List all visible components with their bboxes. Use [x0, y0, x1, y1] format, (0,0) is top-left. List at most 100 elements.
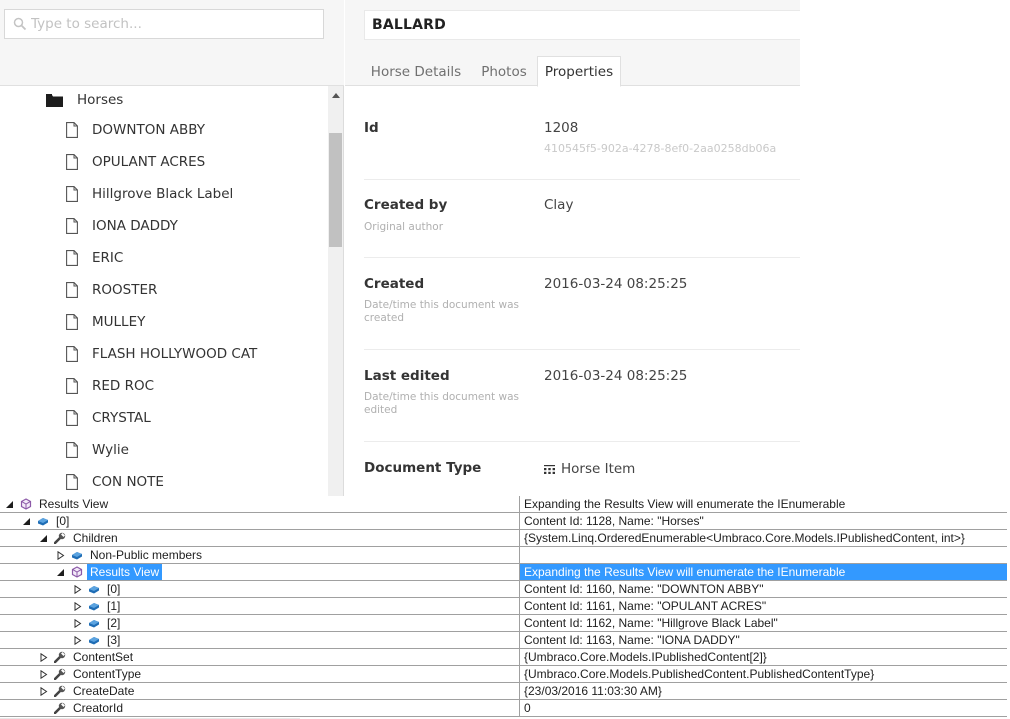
property-value: 2016-03-24 08:25:25	[544, 368, 688, 384]
tree-item[interactable]: ROOSTER	[66, 276, 157, 304]
watch-row[interactable]: Non-Public members	[0, 547, 1007, 564]
scrollbar-thumb[interactable]	[329, 133, 342, 247]
document-icon	[66, 442, 78, 458]
watch-value-cell[interactable]: Expanding the Results View will enumerat…	[519, 564, 1007, 580]
watch-value-cell[interactable]: Content Id: 1160, Name: "DOWNTON ABBY"	[519, 581, 1007, 597]
search-input[interactable]	[31, 13, 321, 35]
tree-item[interactable]: IONA DADDY	[66, 212, 178, 240]
collapsed-triangle-icon[interactable]	[73, 635, 82, 645]
watch-row[interactable]: [3] Content Id: 1163, Name: "IONA DADDY"	[0, 632, 1007, 649]
watch-name-cell[interactable]: [1]	[73, 598, 123, 614]
collapsed-triangle-icon[interactable]	[73, 601, 82, 611]
watch-row[interactable]: Children {System.Linq.OrderedEnumerable<U…	[0, 530, 1007, 547]
tree-item[interactable]: OPULANT ACRES	[66, 148, 205, 176]
watch-name: Children	[73, 531, 118, 545]
tree-item-label: ERIC	[92, 250, 124, 266]
content-tree: Horses DOWNTON ABBY OPULANT ACRES Hillgrov…	[0, 86, 328, 496]
watch-name: CreateDate	[73, 684, 135, 698]
tree-folder-horses[interactable]: Horses	[46, 86, 123, 114]
tree-item[interactable]: RED ROC	[66, 372, 154, 400]
search-icon	[13, 17, 27, 31]
watch-value-cell[interactable]	[519, 547, 1007, 563]
watch-value-cell[interactable]: {Umbraco.Core.Models.PublishedContent.Pu…	[519, 666, 1007, 682]
tab-photos[interactable]: Photos	[474, 56, 534, 87]
folder-icon	[46, 93, 63, 107]
watch-name-cell[interactable]: ContentType	[39, 666, 144, 682]
watch-name-cell[interactable]: CreateDate	[39, 683, 137, 699]
collapsed-triangle-icon[interactable]	[73, 584, 82, 594]
watch-name-cell[interactable]: [2]	[73, 615, 123, 631]
tab-properties[interactable]: Properties	[537, 56, 621, 87]
tree-item-label: OPULANT ACRES	[92, 154, 206, 170]
tree-item[interactable]: CON NOTE	[66, 468, 164, 496]
collapsed-triangle-icon[interactable]	[73, 618, 82, 628]
tree-item-label: DOWNTON ABBY	[92, 122, 205, 138]
tree-item-label: Hillgrove Black Label	[92, 186, 234, 202]
watch-name-cell[interactable]: [0]	[73, 581, 123, 597]
property-value[interactable]: Horse Item	[544, 461, 635, 477]
expanded-triangle-icon[interactable]	[5, 500, 14, 509]
watch-value-cell[interactable]: Content Id: 1162, Name: "Hillgrove Black…	[519, 615, 1007, 631]
collapsed-triangle-icon[interactable]	[39, 652, 48, 662]
watch-value-cell[interactable]: Content Id: 1161, Name: "OPULANT ACRES"	[519, 598, 1007, 614]
document-icon	[66, 346, 78, 362]
tree-item[interactable]: DOWNTON ABBY	[66, 116, 205, 144]
expanded-triangle-icon[interactable]	[22, 517, 31, 526]
watch-row[interactable]: [2] Content Id: 1162, Name: "Hillgrove Bl…	[0, 615, 1007, 632]
expanded-triangle-icon[interactable]	[39, 534, 48, 543]
object-icon	[72, 552, 82, 560]
watch-value-cell[interactable]: Content Id: 1163, Name: "IONA DADDY"	[519, 632, 1007, 648]
watch-name: [3]	[107, 633, 121, 647]
tree-item-label: CRYSTAL	[92, 410, 151, 426]
watch-name-cell[interactable]: Results View	[5, 496, 111, 512]
tree-item[interactable]: Wylie	[66, 436, 129, 464]
tree-item[interactable]: FLASH HOLLYWOOD CAT	[66, 340, 257, 368]
tree-item-label: IONA DADDY	[92, 218, 178, 234]
watch-row[interactable]: [0] Content Id: 1128, Name: "Horses"	[0, 513, 1007, 530]
watch-name: [0]	[56, 514, 70, 528]
collapsed-triangle-icon[interactable]	[39, 686, 48, 696]
watch-name-cell[interactable]: Results View	[56, 564, 163, 580]
tree-item[interactable]: MULLEY	[66, 308, 145, 336]
watch-row[interactable]: CreateDate {23/03/2016 11:03:30 AM}	[0, 683, 1007, 700]
tree-item[interactable]: Hillgrove Black Label	[66, 180, 233, 208]
property-label: Created	[364, 276, 425, 292]
watch-name-cell[interactable]: [0]	[22, 513, 72, 529]
document-name-input[interactable]	[364, 10, 800, 40]
scroll-up-arrow-icon[interactable]	[332, 93, 340, 98]
property-description: Date/time this document was created	[364, 299, 519, 324]
results-view-icon	[20, 498, 32, 510]
watch-value-cell[interactable]: {System.Linq.OrderedEnumerable<Umbraco.C…	[519, 530, 1007, 546]
tree-item[interactable]: CRYSTAL	[66, 404, 151, 432]
watch-name-cell[interactable]: Children	[39, 530, 121, 546]
watch-row[interactable]: ContentType {Umbraco.Core.Models.Publishe…	[0, 666, 1007, 683]
property-label: Document Type	[364, 460, 482, 476]
watch-row[interactable]: ContentSet {Umbraco.Core.Models.IPublishe…	[0, 649, 1007, 666]
watch-value-cell[interactable]: Expanding the Results View will enumerat…	[519, 496, 1007, 512]
watch-name-cell[interactable]: CreatorId	[39, 700, 126, 716]
tree-header	[0, 0, 344, 86]
watch-value-cell[interactable]: 0	[519, 700, 1007, 716]
watch-name-cell[interactable]: ContentSet	[39, 649, 136, 665]
watch-row[interactable]: CreatorId 0	[0, 700, 1007, 717]
collapsed-triangle-icon[interactable]	[56, 550, 65, 560]
watch-row[interactable]: [1] Content Id: 1161, Name: "OPULANT ACRE…	[0, 598, 1007, 615]
watch-value-cell[interactable]: {Umbraco.Core.Models.IPublishedContent[2…	[519, 649, 1007, 665]
tree-scrollbar[interactable]	[328, 86, 344, 496]
document-type-name: Horse Item	[561, 461, 636, 477]
watch-name-cell[interactable]: [3]	[73, 632, 123, 648]
watch-row[interactable]: [0] Content Id: 1160, Name: "DOWNTON ABBY…	[0, 581, 1007, 598]
watch-row[interactable]: Results View Expanding the Results View w…	[0, 564, 1007, 581]
watch-value-cell[interactable]: Content Id: 1128, Name: "Horses"	[519, 513, 1007, 529]
collapsed-triangle-icon[interactable]	[39, 669, 48, 679]
watch-value-cell[interactable]: {23/03/2016 11:03:30 AM}	[519, 683, 1007, 699]
search-box[interactable]	[4, 9, 324, 39]
watch-name: ContentType	[73, 667, 142, 681]
watch-name-cell[interactable]: Non-Public members	[56, 547, 205, 563]
tree-item[interactable]: ERIC	[66, 244, 123, 272]
object-icon	[89, 620, 99, 628]
tab-horse-details[interactable]: Horse Details	[364, 56, 468, 87]
watch-row[interactable]: Results View Expanding the Results View w…	[0, 496, 1007, 513]
expanded-triangle-icon[interactable]	[56, 568, 65, 577]
editor-panel: Horse Details Photos Properties Id 1208 …	[345, 0, 800, 496]
